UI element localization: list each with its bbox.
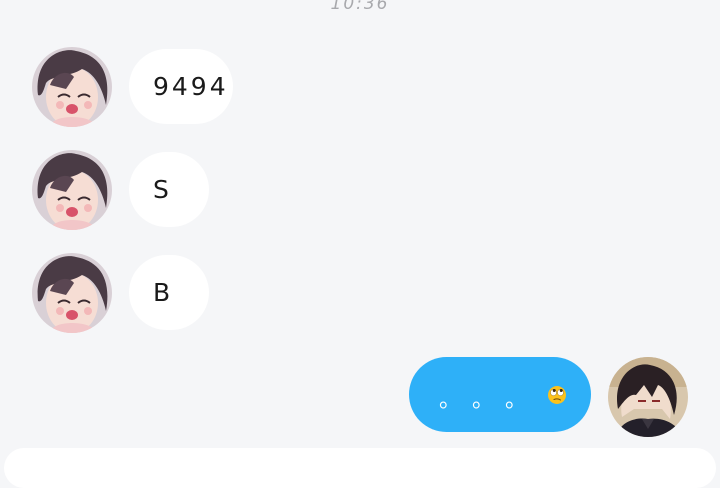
message-text: 。。。: [439, 387, 550, 413]
message-text: B: [153, 278, 174, 307]
contact-avatar[interactable]: [32, 253, 112, 333]
message-text: 9494: [153, 72, 229, 101]
contact-avatar[interactable]: [32, 150, 112, 230]
self-avatar[interactable]: [608, 357, 688, 437]
timestamp: 10:36: [330, 0, 390, 14]
message-input-bar[interactable]: [4, 448, 716, 488]
message-bubble-incoming[interactable]: S: [129, 152, 209, 227]
rolling-eyes-emoji-icon: [548, 385, 567, 404]
message-bubble-incoming[interactable]: 9494: [129, 49, 233, 124]
contact-avatar[interactable]: [32, 47, 112, 127]
message-bubble-outgoing[interactable]: 。。。: [409, 357, 591, 432]
message-bubble-incoming[interactable]: B: [129, 255, 209, 330]
message-text: S: [153, 175, 172, 204]
